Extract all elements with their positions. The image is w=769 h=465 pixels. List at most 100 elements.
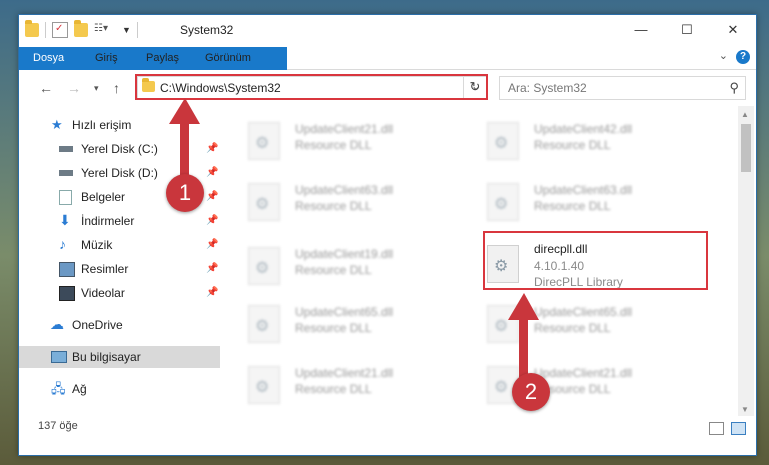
file-description: Resource DLL	[295, 138, 372, 152]
file-description: Resource DLL	[534, 138, 611, 152]
list-item[interactable]: UpdateClient65.dll Resource DLL	[222, 299, 462, 351]
file-name: UpdateClient21.dll	[534, 366, 633, 380]
navigation-pane: ★ Hızlı erişim Yerel Disk (C:) 📌 Yerel D…	[19, 106, 220, 416]
minimize-button[interactable]: —	[618, 15, 664, 45]
sidebar-item-label: OneDrive	[72, 318, 123, 332]
tab-paylas[interactable]: Paylaş	[138, 47, 187, 69]
dll-file-icon	[248, 305, 280, 343]
file-description: Resource DLL	[295, 321, 372, 335]
network-icon: 🖧	[51, 381, 66, 396]
file-explorer-window: ✓ ☷▾ ▼ System32 — ☐ ✕ Dosya Giriş Paylaş…	[18, 14, 757, 456]
navigation-bar: ← → ▾ ↑ C:\Windows\System32 ⌄ ↻ Ara: Sys…	[19, 70, 756, 106]
file-list: UpdateClient21.dll Resource DLL UpdateCl…	[222, 106, 738, 416]
pin-icon: 📌	[206, 287, 219, 298]
file-name: UpdateClient21.dll	[295, 122, 394, 136]
download-icon: ⬇	[59, 212, 71, 228]
search-box[interactable]: Ara: System32 ⚲	[499, 76, 746, 100]
pin-icon: 📌	[206, 239, 219, 250]
sidebar-item-music[interactable]: ♪ Müzik 📌	[19, 234, 220, 256]
computer-icon	[51, 351, 67, 363]
file-name: UpdateClient42.dll	[534, 122, 633, 136]
address-highlight-box	[135, 74, 488, 100]
cloud-icon: ☁	[50, 316, 64, 332]
sidebar-item-label: Ağ	[72, 382, 87, 396]
window-title: System32	[180, 23, 234, 37]
search-icon[interactable]: ⚲	[729, 80, 739, 96]
dll-file-icon	[248, 366, 280, 404]
sidebar-item-downloads[interactable]: ⬇ İndirmeler 📌	[19, 210, 220, 232]
dll-file-icon	[248, 122, 280, 160]
new-folder-icon[interactable]	[74, 20, 88, 37]
pictures-icon	[59, 262, 75, 277]
sidebar-item-quick-access[interactable]: ★ Hızlı erişim	[19, 114, 220, 136]
help-button[interactable]: ?	[736, 50, 750, 64]
sidebar-item-label: Bu bilgisayar	[72, 350, 141, 364]
documents-icon	[59, 190, 72, 205]
list-item[interactable]: UpdateClient63.dll Resource DLL	[222, 177, 462, 229]
file-name: UpdateClient63.dll	[295, 183, 394, 197]
sidebar-item-label: Videolar	[81, 286, 125, 300]
search-input[interactable]: Ara: System32	[508, 81, 587, 95]
recent-locations-icon[interactable]: ▾	[94, 83, 99, 94]
close-button[interactable]: ✕	[710, 15, 756, 45]
forward-arrow-icon[interactable]: →	[67, 80, 81, 96]
dll-file-icon	[487, 122, 519, 160]
scroll-up-icon[interactable]: ▲	[741, 110, 749, 119]
chevron-down-icon[interactable]: ▼	[122, 25, 131, 35]
pin-icon: 📌	[206, 215, 219, 226]
list-item[interactable]: UpdateClient21.dll Resource DLL	[461, 360, 701, 412]
list-item[interactable]: UpdateClient42.dll Resource DLL	[461, 116, 701, 168]
title-bar: ✓ ☷▾ ▼ System32 — ☐ ✕	[19, 15, 756, 45]
list-item[interactable]: UpdateClient63.dll Resource DLL	[461, 177, 701, 229]
ribbon-tabs: Dosya Giriş Paylaş Görünüm ⌄ ?	[19, 45, 756, 99]
vertical-scrollbar[interactable]: ▲ ▼	[738, 106, 754, 416]
list-item[interactable]: UpdateClient21.dll Resource DLL	[222, 116, 462, 168]
drive-icon	[59, 170, 73, 176]
expand-ribbon-icon[interactable]: ⌄	[719, 49, 728, 62]
sidebar-item-this-pc[interactable]: Bu bilgisayar	[19, 346, 220, 368]
file-name: UpdateClient65.dll	[534, 305, 633, 319]
tab-gorunum[interactable]: Görünüm	[197, 47, 259, 69]
sidebar-item-onedrive[interactable]: ☁ OneDrive	[19, 314, 220, 336]
sidebar-item-pictures[interactable]: Resimler 📌	[19, 258, 220, 280]
file-name: UpdateClient19.dll	[295, 247, 394, 261]
back-arrow-icon[interactable]: ←	[39, 80, 53, 96]
callout-number-1: 1	[166, 174, 204, 212]
dll-file-icon	[487, 305, 519, 343]
file-description: Resource DLL	[295, 263, 372, 277]
tab-giris[interactable]: Giriş	[87, 47, 126, 69]
quick-access-toolbar: ✓ ☷▾ ▼	[25, 20, 138, 39]
list-item[interactable]: UpdateClient65.dll Resource DLL	[461, 299, 701, 351]
maximize-button[interactable]: ☐	[664, 15, 710, 45]
folder-icon	[25, 20, 39, 37]
sidebar-item-label: Resimler	[81, 262, 129, 276]
toolbar-divider	[45, 22, 46, 38]
list-item[interactable]: UpdateClient19.dll Resource DLL	[222, 241, 462, 293]
file-description: Resource DLL	[295, 382, 372, 396]
sidebar-item-label: Hızlı erişim	[72, 118, 132, 132]
up-arrow-icon[interactable]: ↑	[113, 80, 120, 96]
large-icons-view-icon[interactable]	[731, 422, 746, 435]
drive-icon	[59, 146, 73, 152]
sidebar-item-label: İndirmeler	[81, 214, 135, 228]
toolbar-divider	[136, 22, 138, 38]
callout-number-2: 2	[512, 373, 550, 411]
file-description: Resource DLL	[534, 199, 611, 213]
sidebar-item-network[interactable]: 🖧 Ağ	[19, 378, 220, 400]
sidebar-item-label: Müzik	[81, 238, 113, 252]
list-item[interactable]: UpdateClient21.dll Resource DLL	[222, 360, 462, 412]
sidebar-item-local-disk-c[interactable]: Yerel Disk (C:) 📌	[19, 138, 220, 160]
file-name: UpdateClient65.dll	[295, 305, 394, 319]
details-view-icon[interactable]	[709, 422, 724, 435]
customize-toolbar-icon[interactable]: ☷▾	[94, 23, 116, 37]
file-name: UpdateClient63.dll	[534, 183, 633, 197]
dll-file-icon	[248, 183, 280, 221]
scroll-down-icon[interactable]: ▼	[741, 405, 749, 414]
dll-file-icon	[248, 247, 280, 285]
sidebar-item-label: Yerel Disk (D:)	[81, 166, 158, 180]
properties-icon[interactable]: ✓	[52, 22, 68, 38]
sidebar-item-videos[interactable]: Videolar 📌	[19, 282, 220, 304]
scrollbar-thumb[interactable]	[741, 124, 751, 172]
file-description: Resource DLL	[295, 199, 372, 213]
file-name: UpdateClient21.dll	[295, 366, 394, 380]
